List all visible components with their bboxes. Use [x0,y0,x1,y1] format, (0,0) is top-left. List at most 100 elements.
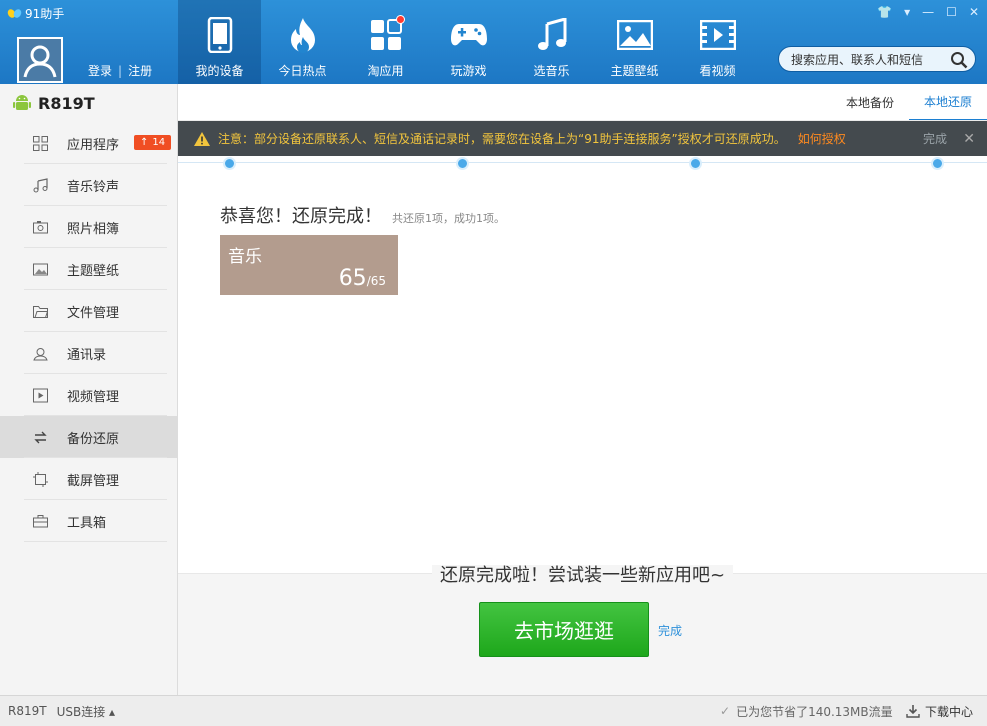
nav-music[interactable]: 选音乐 [510,0,593,84]
traffic-saved-text: 已为您节省了140.13MB流量 [736,704,893,719]
sidebar-item-label: 备份还原 [67,431,120,447]
nav-video[interactable]: 看视频 [676,0,759,84]
window-controls: 👕 ▾ — ☐ ✕ [877,5,979,19]
music-note-icon [537,18,566,50]
app-title-text: 91助手 [25,7,65,21]
sidebar-item-label: 工具箱 [67,515,107,531]
android-icon [13,95,31,110]
card-total-count: /65 [366,274,386,288]
notice-done-label: 完成 [923,132,948,146]
card-restored-count: 65 [338,266,367,291]
sidebar-item-screenshots[interactable]: 截屏管理 [0,458,177,500]
close-icon[interactable]: ✕ [969,5,979,19]
avatar[interactable] [17,37,63,83]
sidebar-item-apps[interactable]: 应用程序 ↑ 14 [0,122,177,164]
sidebar-item-contacts[interactable]: 通讯录 [0,332,177,374]
sidebar-item-wallpaper[interactable]: 主题壁纸 [0,248,177,290]
nav-hot-today[interactable]: 今日热点 [261,0,344,84]
arrow-up-icon: ↑ [140,137,149,148]
go-to-market-button[interactable]: 去市场逛逛 [479,602,649,657]
sidebar-item-label: 截屏管理 [67,473,120,489]
user-avatar-icon [23,45,57,78]
download-center-label: 下载中心 [925,704,974,719]
tab-local-backup[interactable]: 本地备份 [831,84,909,121]
result-title: 恭喜您！还原完成！ [220,206,382,227]
sidebar-item-label: 文件管理 [67,305,120,321]
phone-icon [207,17,232,53]
app-title: 91助手 [6,5,65,22]
main-nav: 我的设备 今日热点 淘应用 玩游戏 选音乐 主题壁纸 看视频 [178,0,759,84]
status-bar: R819T USB连接 ▴ ✓ 已为您节省了140.13MB流量 下载中心 [0,695,987,726]
login-links: 登录 | 注册 [88,64,153,78]
picture-icon [616,20,653,50]
nav-label: 选音乐 [533,64,570,78]
toolbox-icon [32,514,48,527]
device-name: R819T [38,93,95,113]
traffic-saved: ✓ 已为您节省了140.13MB流量 [720,703,893,720]
search-input[interactable]: 搜索应用、联系人和短信 [778,46,976,72]
flame-icon [290,18,315,53]
sidebar-item-files[interactable]: 文件管理 [0,290,177,332]
card-count: 65/65 [339,266,386,291]
progress-steps [178,156,987,172]
download-icon [906,705,920,718]
main-panel: 本地备份 本地还原 注意：部分设备还原联系人、短信及通话记录时，需要您在设备上为… [178,84,987,695]
nav-label: 看视频 [699,64,736,78]
contact-icon [32,347,48,360]
maximize-icon[interactable]: ☐ [946,5,957,19]
nav-my-device[interactable]: 我的设备 [178,0,261,84]
image-icon [32,263,48,275]
how-to-authorize-link[interactable]: 如何授权 [798,130,846,147]
step-dot [223,157,236,170]
notice-bar: 注意：部分设备还原联系人、短信及通话记录时，需要您在设备上为“91助手连接服务”… [178,121,987,156]
nav-label: 主题壁纸 [610,64,659,78]
card-name: 音乐 [228,247,262,267]
camera-icon [32,220,48,233]
nav-label: 玩游戏 [450,64,487,78]
menu-dropdown-icon[interactable]: ▾ [904,5,910,19]
update-count: 14 [152,137,166,148]
register-link[interactable]: 注册 [128,64,152,78]
sidebar-item-label: 应用程序 [67,137,120,153]
warning-icon [194,131,210,146]
step-dot [456,157,469,170]
search-placeholder: 搜索应用、联系人和短信 [791,52,924,67]
gamepad-icon [450,24,487,46]
film-icon [699,20,736,50]
login-link[interactable]: 登录 [88,64,112,78]
sidebar-item-music[interactable]: 音乐铃声 [0,164,177,206]
restore-item-card: 音乐 65/65 [220,235,398,295]
skin-icon[interactable]: 👕 [877,5,892,19]
notification-dot [396,15,405,24]
download-center-button[interactable]: 下载中心 [906,703,973,720]
screenshot-icon [32,471,48,487]
minimize-icon[interactable]: — [922,5,934,19]
nav-label: 我的设备 [195,64,244,78]
tab-local-restore[interactable]: 本地还原 [909,84,987,121]
nav-label: 今日热点 [278,64,327,78]
update-badge[interactable]: ↑ 14 [134,135,172,150]
tab-bar: 本地备份 本地还原 [831,84,987,121]
sidebar-item-backup-restore[interactable]: 备份还原 [0,416,177,458]
bottom-title-text: 还原完成啦！尝试装一些新应用吧~ [431,565,734,586]
result-heading: 恭喜您！还原完成！ 共还原1项，成功1项。 [220,202,505,228]
sidebar-item-label: 音乐铃声 [67,179,120,195]
notice-close-icon[interactable]: ✕ [963,131,975,147]
sidebar-item-toolbox[interactable]: 工具箱 [0,500,177,542]
search-icon[interactable] [950,51,968,69]
status-device: R819T [8,704,47,718]
sidebar-item-video[interactable]: 视频管理 [0,374,177,416]
done-link[interactable]: 完成 [658,622,682,639]
sidebar-item-label: 主题壁纸 [67,263,120,279]
nav-wallpaper[interactable]: 主题壁纸 [593,0,676,84]
bottom-title: 还原完成啦！尝试装一些新应用吧~ [178,561,987,587]
nav-games[interactable]: 玩游戏 [427,0,510,84]
sidebar: R819T 应用程序 ↑ 14 音乐铃声 照片相簿 主题壁纸 文件管理 通讯录 视… [0,84,178,695]
sidebar-item-photos[interactable]: 照片相簿 [0,206,177,248]
step-line [178,162,987,163]
connection-mode[interactable]: USB连接 ▴ [57,703,115,720]
nav-apps[interactable]: 淘应用 [344,0,427,84]
folder-icon [32,305,48,318]
sidebar-item-label: 照片相簿 [67,221,120,237]
sidebar-item-label: 通讯录 [67,347,107,363]
